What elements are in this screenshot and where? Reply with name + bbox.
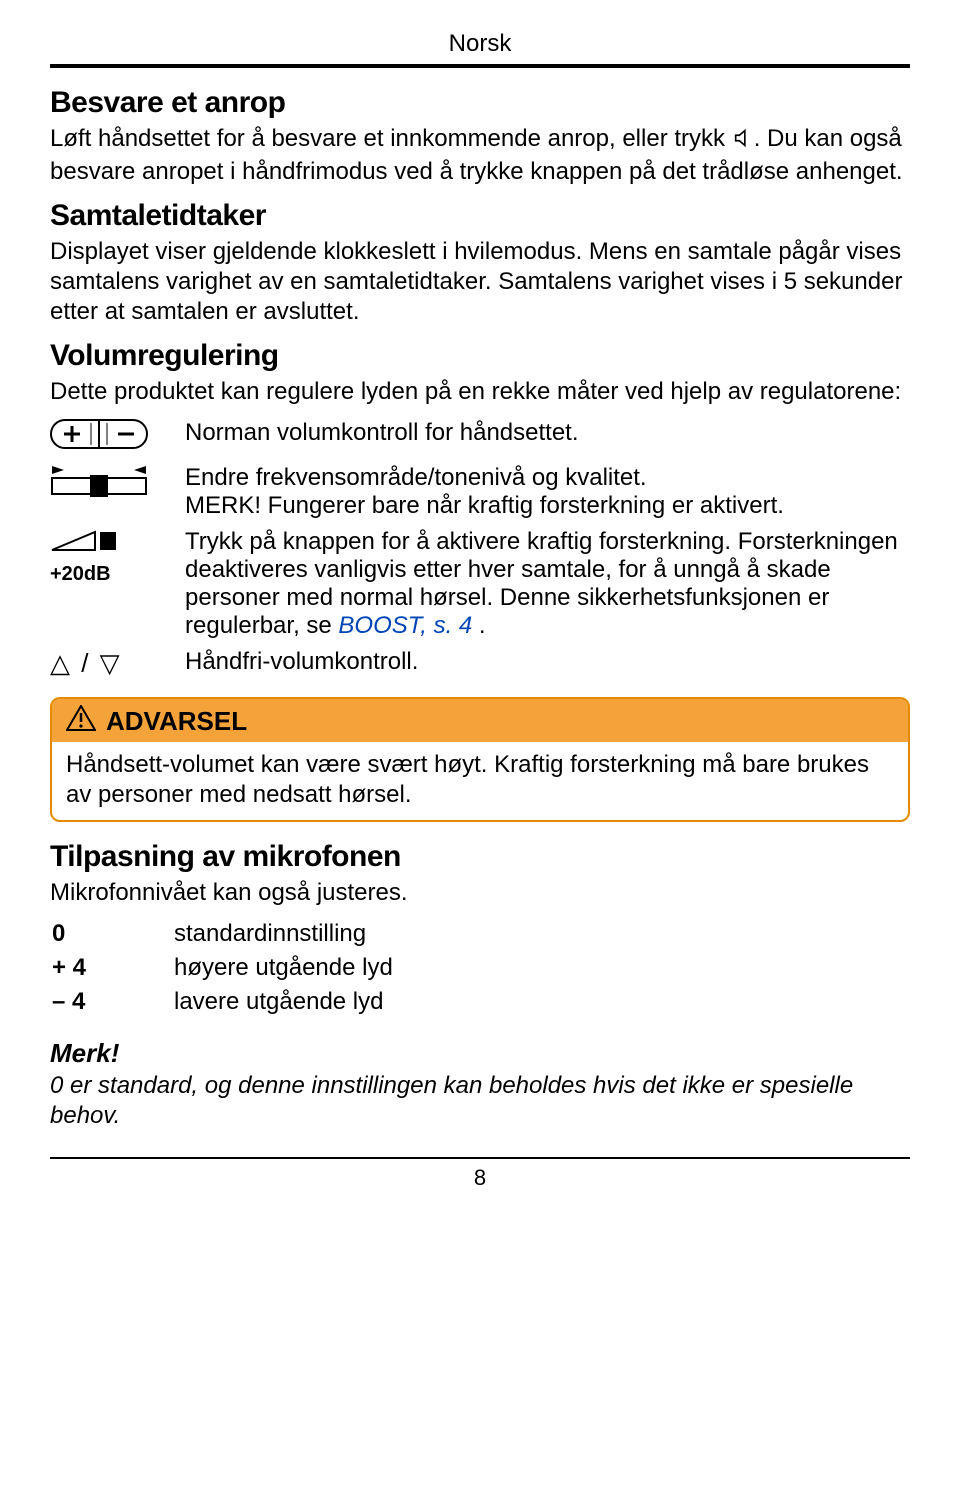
boost-link[interactable]: BOOST, s. 4 <box>338 612 472 639</box>
mic-val: høyere utgående lyd <box>174 952 393 984</box>
header-rule <box>50 64 910 68</box>
footer-rule <box>50 1157 910 1159</box>
boost-icon <box>50 533 120 560</box>
mic-val: standardinnstilling <box>174 918 393 950</box>
volume-row-handset: Norman volumkontroll for håndsettet. <box>50 415 910 460</box>
triangle-up-icon: △ <box>50 648 72 678</box>
heading-mic: Tilpasning av mikrofonen <box>50 840 910 874</box>
volume-controls-table: Norman volumkontroll for håndsettet. End… <box>50 415 910 683</box>
warning-body: Håndsett-volumet kan være svært høyt. Kr… <box>52 742 908 820</box>
volume-handsfree-text: Håndfri-volumkontroll. <box>185 644 910 683</box>
volume-handset-text: Norman volumkontroll for håndsettet. <box>185 415 910 460</box>
heading-volume: Volumregulering <box>50 339 910 373</box>
heading-answer: Besvare et anrop <box>50 86 910 120</box>
mic-row: + 4 høyere utgående lyd <box>52 952 393 984</box>
header-language: Norsk <box>50 30 910 58</box>
mic-settings-table: 0 standardinnstilling + 4 høyere utgåend… <box>50 916 395 1020</box>
mic-key: 0 <box>52 918 172 950</box>
warning-box: ADVARSEL Håndsett-volumet kan være svært… <box>50 697 910 822</box>
warning-icon <box>66 705 96 738</box>
boost-label: +20dB <box>50 563 185 586</box>
page-number: 8 <box>50 1165 910 1191</box>
triangle-down-icon: ▽ <box>100 648 122 678</box>
mic-row: – 4 lavere utgående lyd <box>52 986 393 1018</box>
paragraph-timer: Displayet viser gjeldende klokkeslett i … <box>50 237 910 327</box>
volume-row-boost: +20dB Trykk på knappen for å aktivere kr… <box>50 524 910 644</box>
mic-row: 0 standardinnstilling <box>52 918 393 950</box>
mic-key: – 4 <box>52 986 172 1018</box>
volume-boost-text-b: . <box>472 612 485 639</box>
volume-boost-text-a: Trykk på knappen for å aktivere kraftig … <box>185 528 898 639</box>
volume-row-tone: Endre frekvensområde/tonenivå og kvalite… <box>50 460 910 524</box>
warning-title: ADVARSEL <box>106 706 247 737</box>
volume-tone-text: Endre frekvensområde/tonenivå og kvalite… <box>185 464 647 491</box>
paragraph-mic-intro: Mikrofonnivået kan også justeres. <box>50 878 910 908</box>
note-body: 0 er standard, og denne innstillingen ka… <box>50 1071 910 1131</box>
paragraph-answer: Løft håndsettet for å besvare et innkomm… <box>50 124 910 187</box>
speaker-icon <box>732 127 754 157</box>
answer-text-before-icon: Løft håndsettet for å besvare et innkomm… <box>50 125 732 152</box>
tone-slider-icon <box>50 477 148 504</box>
note-heading: Merk! <box>50 1038 910 1069</box>
volume-row-handsfree: △ / ▽ Håndfri-volumkontroll. <box>50 644 910 683</box>
paragraph-volume-intro: Dette produktet kan regulere lyden på en… <box>50 377 910 407</box>
volume-tone-note: MERK! Fungerer bare når kraftig forsterk… <box>185 492 784 519</box>
mic-key: + 4 <box>52 952 172 984</box>
heading-timer: Samtaletidtaker <box>50 199 910 233</box>
rocker-plus-minus-icon <box>50 428 148 455</box>
mic-val: lavere utgående lyd <box>174 986 393 1018</box>
